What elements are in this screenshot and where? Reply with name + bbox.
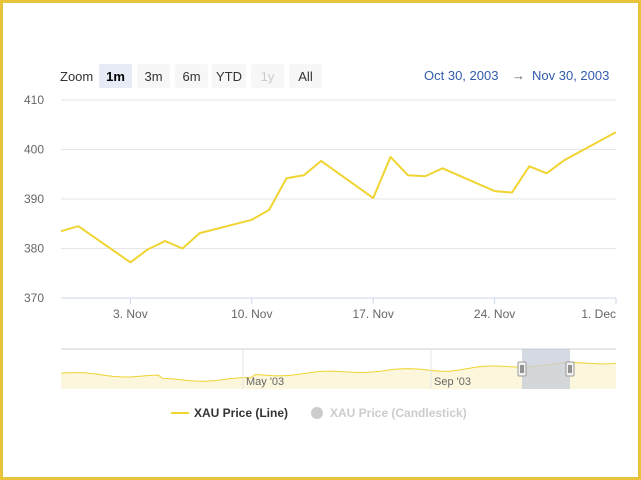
x-tick-label: 17. Nov: [353, 307, 394, 321]
navigator-left-handle[interactable]: [517, 361, 527, 377]
x-tick-label: 3. Nov: [113, 307, 148, 321]
navigator-label: Sep '03: [434, 376, 471, 388]
legend-label-candlestick: XAU Price (Candlestick): [330, 406, 467, 420]
y-tick-label: 400: [24, 143, 44, 157]
line-icon: [171, 412, 189, 414]
legend-item-line[interactable]: XAU Price (Line): [170, 404, 288, 422]
navigator: May '03 Sep '03: [60, 348, 617, 389]
y-tick-label: 370: [24, 291, 44, 305]
y-tick-label: 390: [24, 192, 44, 206]
price-line: [60, 131, 617, 264]
legend-label-line: XAU Price (Line): [194, 406, 289, 420]
circle-icon: [311, 407, 323, 419]
price-series: [60, 131, 617, 264]
y-tick-label: 410: [24, 93, 44, 107]
y-gridlines: [61, 99, 616, 299]
legend-item-candlestick[interactable]: XAU Price (Candlestick): [310, 404, 467, 422]
y-axis: 370 380 390 400 410: [24, 93, 44, 305]
x-axis: 3. Nov 10. Nov 17. Nov 24. Nov 1. Dec: [61, 297, 617, 321]
x-tick-label: 24. Nov: [474, 307, 515, 321]
x-tick-label: 1. Dec: [581, 307, 616, 321]
navigator-selection: [522, 349, 570, 389]
x-tick-label: 10. Nov: [231, 307, 272, 321]
navigator-right-handle[interactable]: [565, 361, 575, 377]
navigator-label: May '03: [246, 376, 284, 388]
y-tick-label: 380: [24, 242, 44, 256]
